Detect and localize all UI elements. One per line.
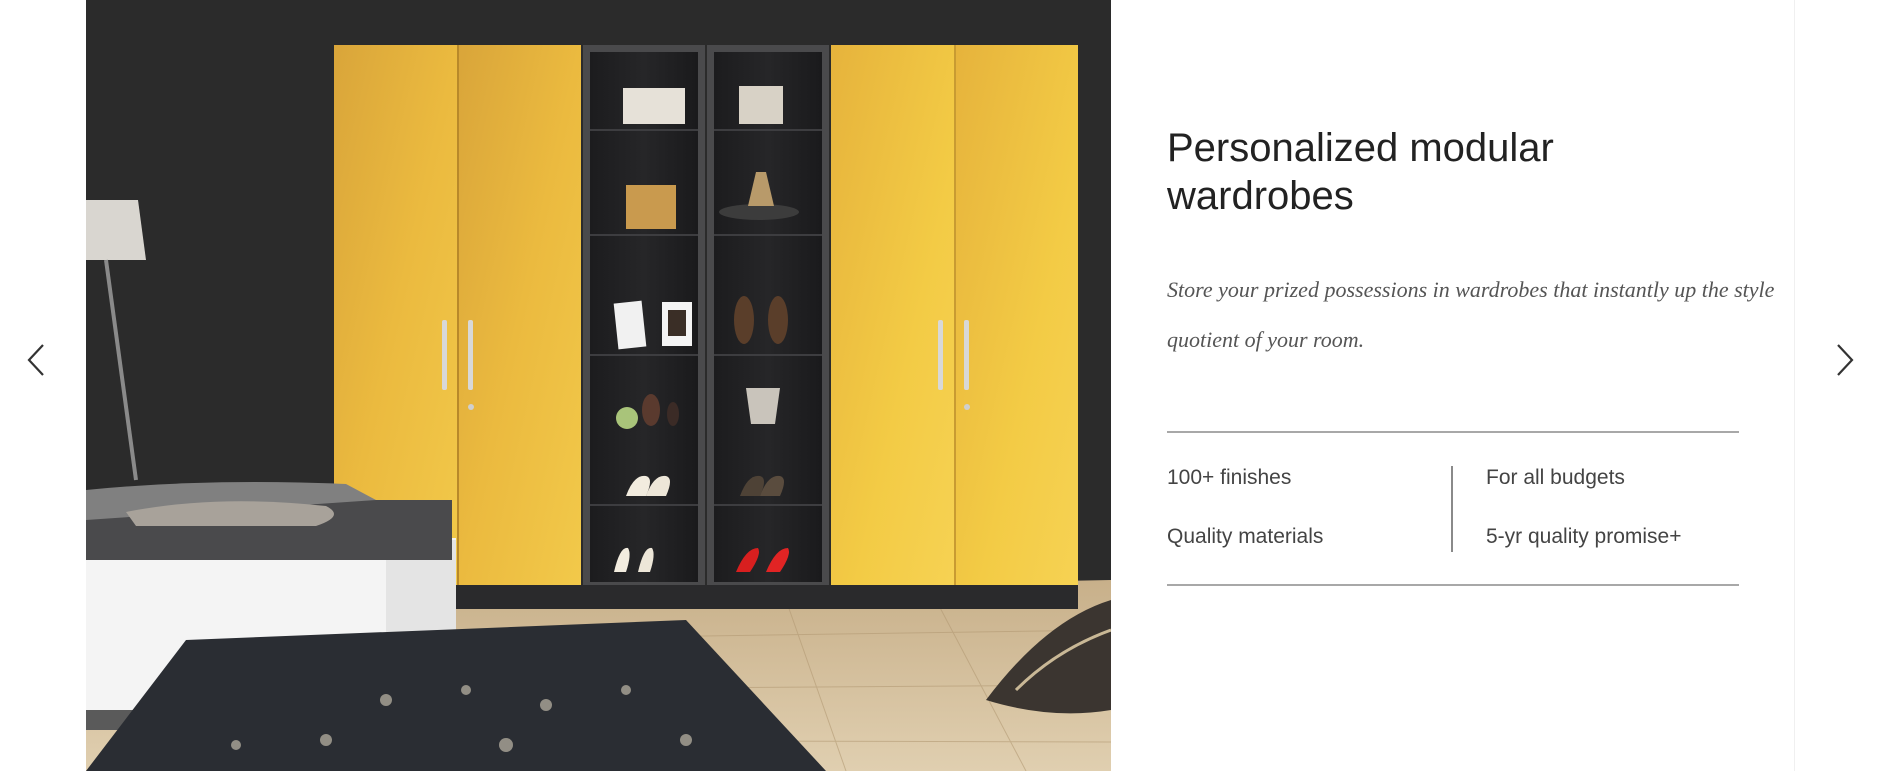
feature-list: 100+ finishes Quality materials For all … xyxy=(1167,466,1739,552)
slide-info-panel: Personalized modular wardrobes Store you… xyxy=(1111,0,1795,771)
carousel-prev-button[interactable] xyxy=(16,340,56,380)
feature-budgets: For all budgets xyxy=(1486,466,1625,489)
product-carousel: Personalized modular wardrobes Store you… xyxy=(0,0,1882,771)
slide-title: Personalized modular wardrobes xyxy=(1167,126,1554,218)
chevron-left-icon xyxy=(27,344,44,376)
divider-top xyxy=(1167,431,1739,433)
feature-materials: Quality materials xyxy=(1167,525,1324,548)
feature-finishes: 100+ finishes xyxy=(1167,466,1292,489)
feature-quality-promise: 5-yr quality promise+ xyxy=(1486,525,1682,548)
slide-description: Store your prized possessions in wardrob… xyxy=(1167,277,1775,352)
carousel-next-button[interactable] xyxy=(1825,340,1865,380)
feature-separator xyxy=(1451,466,1453,552)
divider-bottom xyxy=(1167,584,1739,586)
chevron-right-icon xyxy=(1837,344,1854,376)
wardrobe-image xyxy=(86,0,1111,771)
